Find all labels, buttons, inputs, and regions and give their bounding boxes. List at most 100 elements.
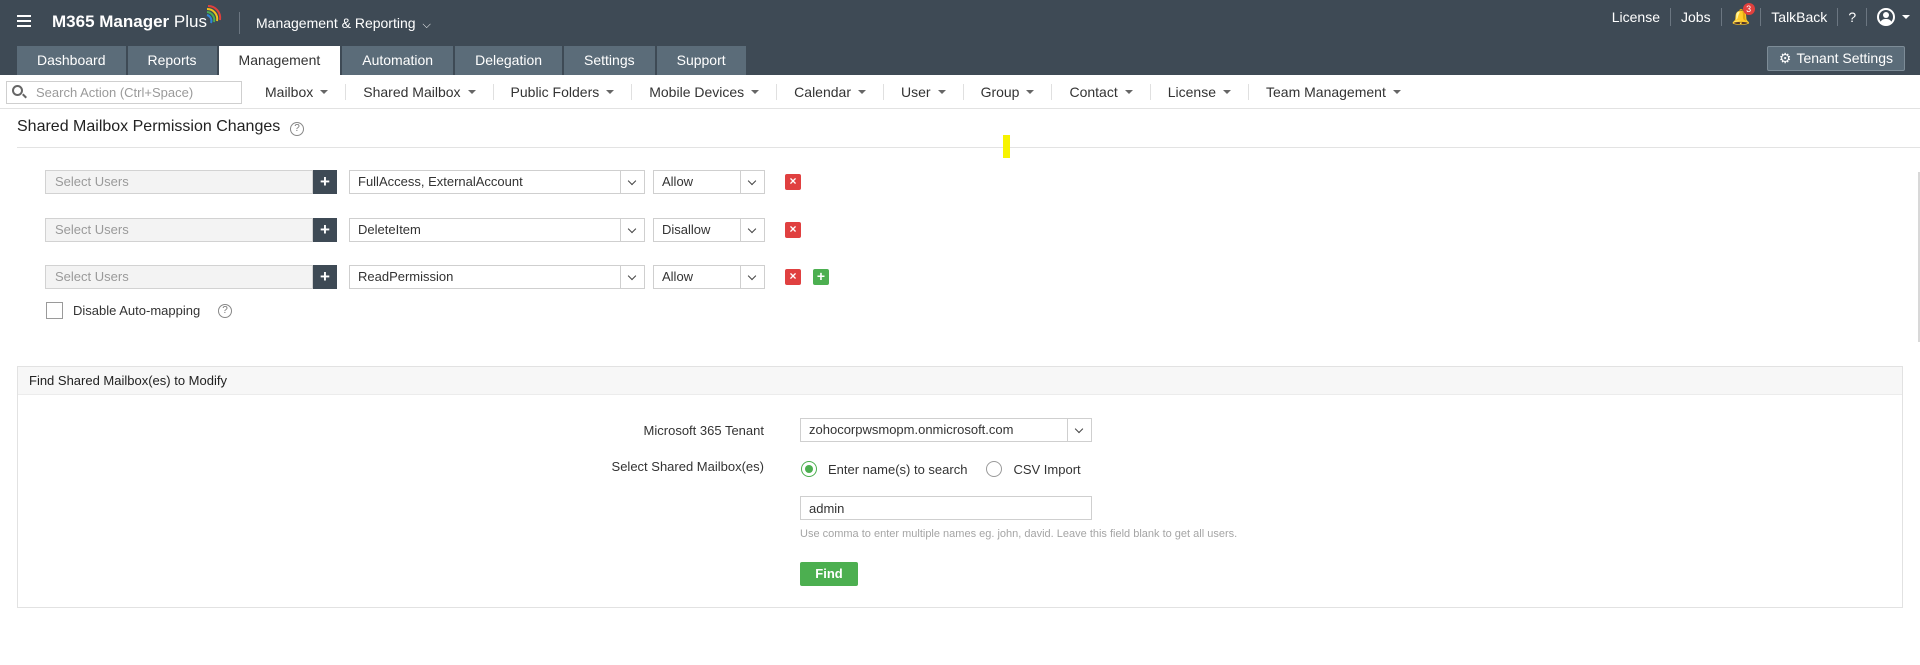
radio-csv-import-label[interactable]: CSV Import <box>1013 462 1080 477</box>
menu-public-folders[interactable]: Public Folders <box>494 84 633 100</box>
logo-plus-text: Plus <box>173 12 207 31</box>
tenant-settings-label: Tenant Settings <box>1796 50 1893 66</box>
top-header: M365 Manager Plus Management & Reporting… <box>0 0 1920 75</box>
menu-team-management[interactable]: Team Management <box>1249 84 1418 100</box>
select-users-field[interactable]: Select Users <box>45 265 313 289</box>
add-users-button[interactable]: + <box>313 265 337 289</box>
auto-mapping-checkbox[interactable] <box>46 302 63 319</box>
help-icon[interactable]: ? <box>290 122 304 136</box>
user-avatar-icon <box>1877 8 1896 27</box>
caret-down-icon <box>937 90 946 95</box>
add-users-button[interactable]: + <box>313 170 337 194</box>
select-users-field[interactable]: Select Users <box>45 218 313 242</box>
chevron-down-icon <box>620 219 644 241</box>
find-button[interactable]: Find <box>800 562 858 586</box>
permission-select[interactable]: FullAccess, ExternalAccount <box>349 170 645 194</box>
chevron-down-icon <box>620 171 644 193</box>
menu-label: Shared Mailbox <box>363 84 461 100</box>
permission-select[interactable]: DeleteItem <box>349 218 645 242</box>
permission-select[interactable]: ReadPermission <box>349 265 645 289</box>
tab-dashboard[interactable]: Dashboard <box>17 46 126 75</box>
input-hint: Use comma to enter multiple names eg. jo… <box>800 528 1238 540</box>
caret-down-icon <box>606 90 615 95</box>
tab-automation[interactable]: Automation <box>342 46 454 75</box>
caret-down-icon <box>1392 90 1401 95</box>
help-link[interactable]: ? <box>1838 5 1866 29</box>
radio-enter-names-label[interactable]: Enter name(s) to search <box>828 462 967 477</box>
find-shared-mailbox-panel: Find Shared Mailbox(es) to Modify Micros… <box>17 366 1903 608</box>
menu-group[interactable]: Group <box>964 84 1053 100</box>
help-icon[interactable]: ? <box>218 304 232 318</box>
chevron-down-icon: ⌵ <box>422 19 431 31</box>
tenant-value: zohocorpwsmopm.onmicrosoft.com <box>809 422 1014 437</box>
add-users-button[interactable]: + <box>313 218 337 242</box>
notifications-button[interactable]: 🔔 3 <box>1722 3 1761 29</box>
caret-down-icon <box>1026 90 1035 95</box>
caret-down-icon <box>1223 90 1231 95</box>
mode-switcher[interactable]: Management & Reporting ⌵ <box>256 15 431 32</box>
tenant-select[interactable]: zohocorpwsmopm.onmicrosoft.com <box>800 418 1092 442</box>
menu-user[interactable]: User <box>884 84 964 100</box>
action-select[interactable]: Allow <box>653 170 765 194</box>
menu-license[interactable]: License <box>1151 84 1249 100</box>
tab-management[interactable]: Management <box>218 46 341 75</box>
menu-mailbox[interactable]: Mailbox <box>248 84 347 100</box>
caret-down-icon <box>858 90 866 95</box>
menu-contact[interactable]: Contact <box>1052 84 1151 100</box>
menu-calendar[interactable]: Calendar <box>777 84 884 100</box>
caret-down-icon <box>467 90 476 95</box>
permission-value: ReadPermission <box>358 269 454 284</box>
menu-label: Contact <box>1069 84 1118 100</box>
menu-label: User <box>901 84 931 100</box>
jobs-link[interactable]: Jobs <box>1671 5 1721 29</box>
menu-label: Team Management <box>1266 84 1386 100</box>
talkback-link[interactable]: TalkBack <box>1761 5 1837 29</box>
chevron-down-icon <box>740 219 764 241</box>
mailbox-name-input[interactable] <box>800 496 1092 520</box>
menu-label: Public Folders <box>510 84 600 100</box>
chevron-down-icon <box>1067 419 1091 441</box>
tab-support[interactable]: Support <box>656 46 746 75</box>
chevron-down-icon <box>620 266 644 288</box>
remove-row-button[interactable]: × <box>785 269 801 285</box>
radio-csv-import[interactable] <box>986 461 1003 477</box>
add-row-button[interactable]: + <box>813 269 829 285</box>
header-divider <box>239 12 240 34</box>
tenant-label: Microsoft 365 Tenant <box>643 423 764 438</box>
permission-value: FullAccess, ExternalAccount <box>358 174 523 189</box>
mode-label: Management & Reporting <box>256 15 416 31</box>
highlight-marker <box>1003 135 1010 158</box>
title-divider <box>17 147 1920 148</box>
remove-row-button[interactable]: × <box>785 222 801 238</box>
menu-label: Calendar <box>794 84 851 100</box>
main-tabs: Dashboard Reports Management Automation … <box>17 46 748 75</box>
menu-items: Mailbox Shared Mailbox Public Folders Mo… <box>248 75 1418 109</box>
panel-header: Find Shared Mailbox(es) to Modify <box>18 367 1902 395</box>
select-mailbox-label: Select Shared Mailbox(es) <box>611 459 764 474</box>
app-logo[interactable]: M365 Manager Plus <box>52 12 207 32</box>
user-menu-button[interactable] <box>1867 5 1920 29</box>
hamburger-menu-icon[interactable] <box>17 15 31 27</box>
tenant-settings-button[interactable]: ⚙ Tenant Settings <box>1766 46 1905 71</box>
tab-settings[interactable]: Settings <box>564 46 655 75</box>
menu-label: License <box>1167 84 1216 100</box>
action-select[interactable]: Disallow <box>653 218 765 242</box>
tab-reports[interactable]: Reports <box>127 46 217 75</box>
action-value: Allow <box>662 269 694 284</box>
license-link[interactable]: License <box>1602 5 1670 29</box>
action-value: Disallow <box>662 222 711 237</box>
tab-delegation[interactable]: Delegation <box>455 46 563 75</box>
menu-mobile-devices[interactable]: Mobile Devices <box>632 84 778 100</box>
logo-main-text: M365 Manager <box>52 12 170 31</box>
menu-shared-mailbox[interactable]: Shared Mailbox <box>346 84 494 100</box>
search-action-box[interactable] <box>6 81 242 104</box>
remove-row-button[interactable]: × <box>785 174 801 190</box>
action-value: Allow <box>662 174 694 189</box>
gear-icon: ⚙ <box>1778 50 1792 66</box>
action-select[interactable]: Allow <box>653 265 765 289</box>
select-users-field[interactable]: Select Users <box>45 170 313 194</box>
search-action-input[interactable] <box>36 84 236 101</box>
page-title: Shared Mailbox Permission Changes <box>17 118 281 135</box>
permission-value: DeleteItem <box>358 222 421 237</box>
radio-enter-names[interactable] <box>801 461 817 477</box>
